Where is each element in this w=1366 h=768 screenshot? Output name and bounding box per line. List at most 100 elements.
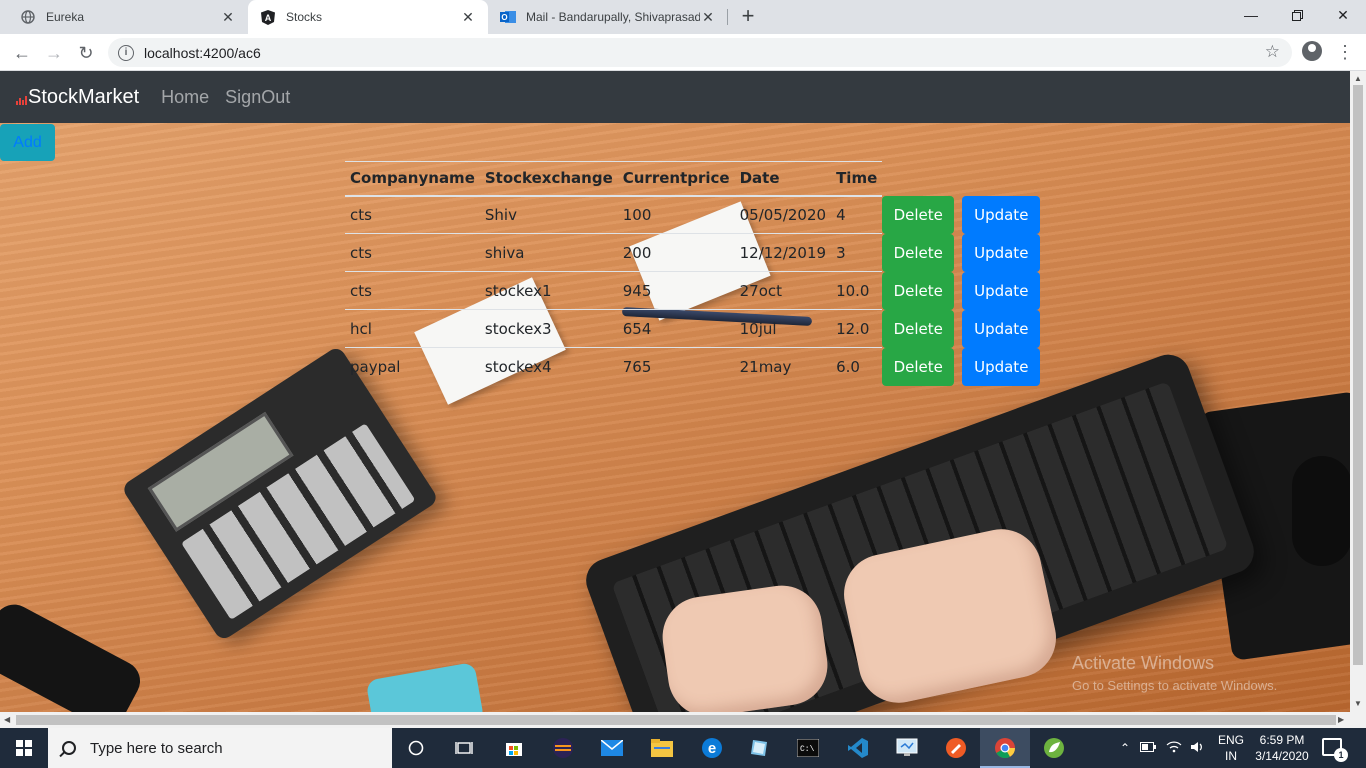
table-header-row: Companyname Stockexchange Currentprice D… (345, 161, 1040, 197)
tab-eureka[interactable]: Eureka ✕ (8, 0, 248, 34)
tab-stocks[interactable]: A Stocks ✕ (248, 0, 488, 34)
scroll-up-icon[interactable]: ▲ (1354, 74, 1362, 83)
delete-button[interactable]: Delete (882, 195, 955, 234)
vertical-scrollbar[interactable]: ▲ ▼ (1350, 71, 1366, 712)
svg-text:C:\: C:\ (800, 745, 815, 754)
forward-arrow-icon[interactable]: → (41, 40, 67, 66)
site-info-icon[interactable]: i (118, 44, 134, 61)
remote-desktop-icon[interactable] (893, 734, 921, 762)
clock-time: 6:59 PM (1259, 733, 1305, 747)
address-bar[interactable]: i localhost:4200/ac6 ☆ (108, 38, 1292, 67)
scroll-left-icon[interactable]: ◀ (4, 715, 10, 724)
search-placeholder[interactable]: Type here to search (90, 740, 223, 757)
brand[interactable]: StockMarket (16, 86, 139, 109)
cell-company: cts (345, 271, 480, 310)
nav-signout-link[interactable]: SignOut (225, 87, 290, 108)
language-indicator[interactable]: ENG IN (1218, 732, 1244, 764)
scroll-down-icon[interactable]: ▼ (1354, 699, 1362, 708)
globe-icon (20, 9, 36, 25)
delete-button[interactable]: Delete (882, 309, 955, 348)
angular-icon: A (260, 9, 276, 25)
row-actions: Delete Update (882, 309, 1041, 348)
cell-date: 12/12/2019 (734, 233, 832, 272)
update-button[interactable]: Update (962, 271, 1041, 310)
column-header-actions (882, 162, 1040, 196)
cell-date: 05/05/2020 (734, 195, 832, 234)
browser-menu-icon[interactable]: ⋮ (1336, 41, 1354, 63)
cell-date: 21may (734, 347, 832, 386)
add-stock-button[interactable]: Add (0, 124, 55, 161)
file-explorer-icon[interactable] (648, 734, 676, 762)
postman-icon[interactable] (942, 734, 970, 762)
edge-icon[interactable]: e (698, 734, 726, 762)
bookmark-star-icon[interactable]: ☆ (1265, 42, 1280, 62)
cell-price: 765 (617, 347, 735, 386)
address-url[interactable]: localhost:4200/ac6 (144, 45, 261, 61)
nav-home-link[interactable]: Home (161, 87, 209, 108)
scroll-right-icon[interactable]: ▶ (1338, 715, 1344, 724)
command-prompt-icon[interactable]: C:\ (794, 734, 822, 762)
horizontal-scroll-thumb[interactable] (16, 715, 1336, 725)
stocks-table: Companyname Stockexchange Currentprice D… (345, 161, 1041, 386)
start-button[interactable] (0, 728, 48, 768)
cell-price: 100 (617, 195, 735, 234)
update-button[interactable]: Update (962, 195, 1041, 234)
close-tab-icon[interactable]: ✕ (220, 9, 236, 26)
update-button[interactable]: Update (962, 309, 1041, 348)
spring-tool-suite-icon[interactable] (1040, 734, 1068, 762)
eclipse-icon[interactable] (549, 734, 577, 762)
vertical-scroll-thumb[interactable] (1353, 85, 1363, 665)
cell-company: paypal (345, 347, 480, 386)
minimize-icon[interactable]: — (1228, 0, 1274, 30)
horizontal-scrollbar[interactable]: ◀ ▶ (0, 712, 1366, 728)
brand-name[interactable]: StockMarket (28, 86, 139, 109)
search-icon (62, 741, 76, 755)
tab-separator (727, 9, 728, 25)
cell-exchange: shiva (479, 233, 618, 272)
cell-exchange: stockex1 (479, 271, 618, 310)
delete-button[interactable]: Delete (882, 347, 955, 386)
tab-title: Mail - Bandarupally, Shivaprasad (526, 10, 700, 24)
delete-button[interactable]: Delete (882, 233, 955, 272)
svg-text:e: e (708, 740, 716, 757)
left-hand-illustration (657, 580, 833, 712)
vscode-icon[interactable] (844, 734, 872, 762)
activate-windows-watermark: Activate Windows Go to Settings to activ… (1072, 653, 1277, 693)
close-tab-icon[interactable]: ✕ (700, 9, 716, 26)
delete-button[interactable]: Delete (882, 271, 955, 310)
clock[interactable]: 6:59 PM 3/14/2020 (1254, 732, 1310, 764)
cell-time: 10.0 (831, 271, 883, 310)
close-window-icon[interactable]: ✕ (1320, 0, 1366, 30)
chrome-icon[interactable] (991, 734, 1019, 762)
notepad-icon[interactable] (745, 734, 773, 762)
reload-icon[interactable]: ↻ (73, 40, 99, 66)
wifi-icon[interactable] (1166, 741, 1182, 756)
show-hidden-icons-icon[interactable]: ⌃ (1120, 741, 1130, 755)
store-icon[interactable] (500, 734, 528, 762)
language-code: ENG (1218, 733, 1245, 747)
update-button[interactable]: Update (962, 347, 1041, 386)
mail-icon[interactable] (598, 734, 626, 762)
table-row: hcl stockex3 654 10jul 12.0 Delete Update (345, 309, 1041, 348)
outlook-icon: O (500, 9, 516, 25)
windows-taskbar: Type here to search e C:\ ⌃ ENG IN 6:59 … (0, 728, 1366, 768)
update-button[interactable]: Update (962, 233, 1041, 272)
task-view-icon[interactable] (450, 734, 478, 762)
volume-icon[interactable] (1190, 741, 1206, 756)
battery-icon[interactable] (1140, 741, 1157, 755)
watermark-title: Activate Windows (1072, 653, 1215, 673)
close-tab-icon[interactable]: ✕ (460, 9, 476, 26)
new-tab-button[interactable]: + (736, 5, 760, 29)
cortana-icon[interactable] (402, 734, 430, 762)
action-center-icon[interactable]: 1 (1322, 738, 1348, 762)
cell-time: 6.0 (831, 347, 883, 386)
tab-title: Stocks (286, 10, 323, 24)
tab-mail[interactable]: O Mail - Bandarupally, Shivaprasad ✕ (488, 0, 728, 34)
profile-avatar-icon[interactable] (1302, 41, 1322, 61)
restore-icon[interactable] (1274, 0, 1320, 30)
taskbar-search-box[interactable]: Type here to search (48, 728, 392, 768)
row-actions: Delete Update (882, 271, 1041, 310)
back-arrow-icon[interactable]: ← (9, 40, 35, 66)
app-navbar: StockMarket Home SignOut (0, 71, 1350, 123)
column-header-date: Date (734, 161, 832, 197)
